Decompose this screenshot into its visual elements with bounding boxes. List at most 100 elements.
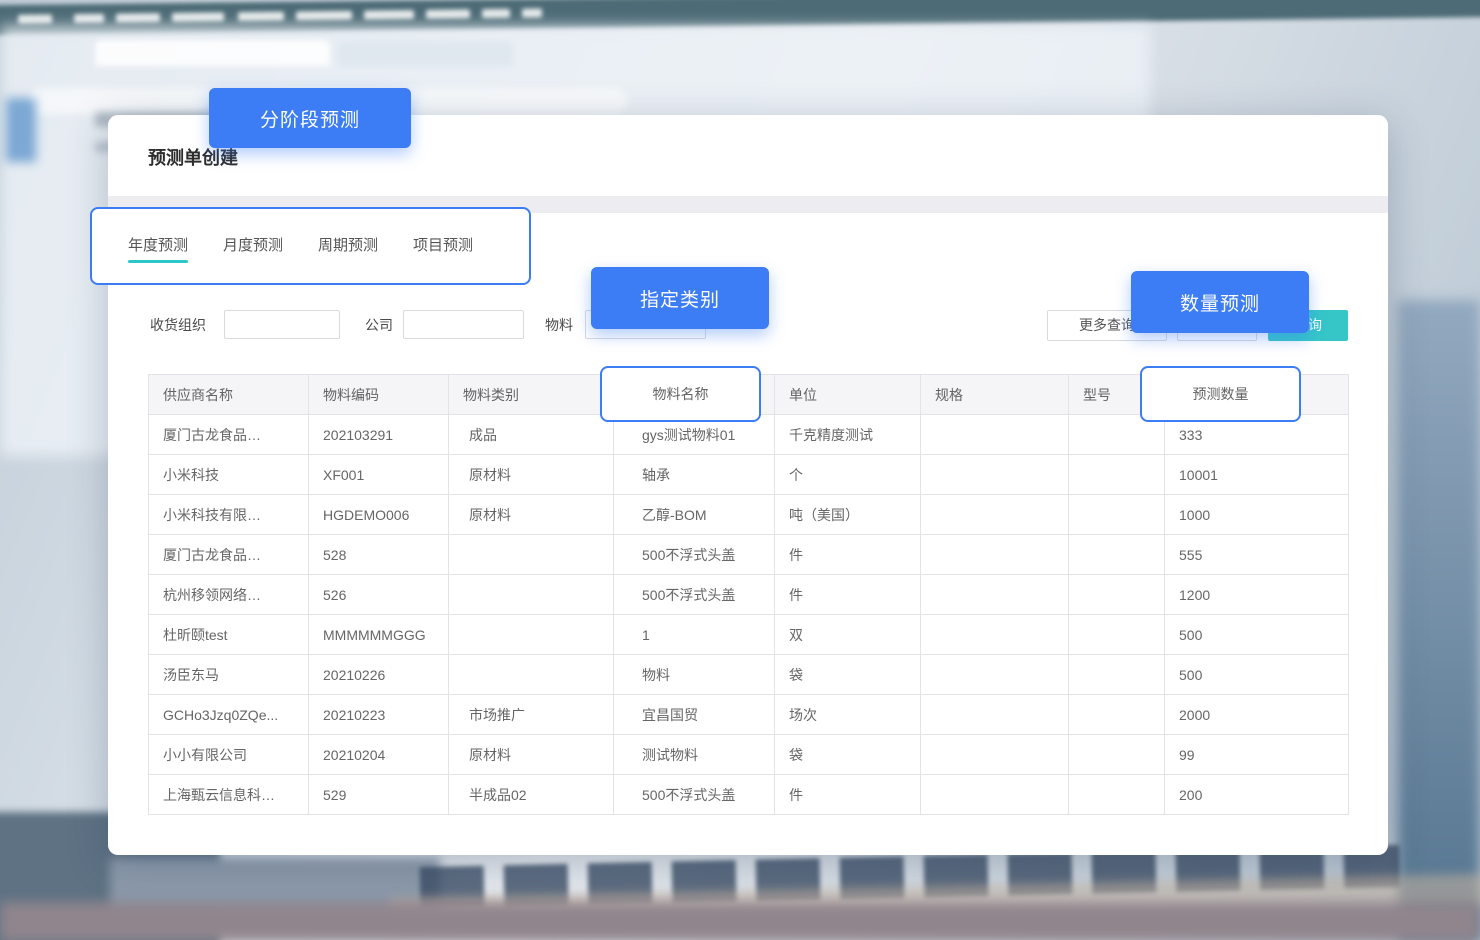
screenshot-root: 预测单创建 收货组织 公司 物料 更多查询 查询 供应商名称物料编码物料类别物料… xyxy=(0,0,1480,940)
tab-period-forecast[interactable]: 周期预测 xyxy=(318,236,378,256)
table-cell: 半成品02 xyxy=(449,775,614,815)
table-cell: 500不浮式头盖 xyxy=(614,775,775,815)
table-cell: 2000 xyxy=(1165,695,1349,735)
table-cell: 202103291 xyxy=(309,415,449,455)
table-cell: 1 xyxy=(614,615,775,655)
table-cell: GCHo3Jzq0ZQe... xyxy=(149,695,309,735)
table-cell: 500不浮式头盖 xyxy=(614,575,775,615)
table-cell: 袋 xyxy=(775,735,921,775)
table-row: 汤臣东马20210226 物料袋 500 xyxy=(149,655,1349,695)
company-input[interactable] xyxy=(403,310,524,339)
table-row: 小米科技有限…HGDEMO006原材料乙醇-BOM吨（美国） 1000 xyxy=(149,495,1349,535)
table-cell xyxy=(921,695,1069,735)
tab-project-forecast[interactable]: 项目预测 xyxy=(413,236,473,256)
table-cell: MMMMMMGGG xyxy=(309,615,449,655)
table-cell: 场次 xyxy=(775,695,921,735)
table-cell xyxy=(1069,735,1165,775)
table-cell: 原材料 xyxy=(449,455,614,495)
table-cell: 个 xyxy=(775,455,921,495)
column-header-5: 规格 xyxy=(921,375,1069,415)
table-cell: 200 xyxy=(1165,775,1349,815)
table-cell xyxy=(1069,615,1165,655)
table-cell xyxy=(449,535,614,575)
table-cell: 500 xyxy=(1165,615,1349,655)
tab-annual-forecast[interactable]: 年度预测 xyxy=(128,236,188,256)
table-cell xyxy=(1069,495,1165,535)
table-cell: 杭州移领网络… xyxy=(149,575,309,615)
table-row: 杜昕颐testMMMMMMGGG1双500 xyxy=(149,615,1349,655)
table-cell xyxy=(921,495,1069,535)
table-cell xyxy=(1069,775,1165,815)
receiving-org-label: 收货组织 xyxy=(150,310,206,341)
table-cell: 测试物料 xyxy=(614,735,775,775)
table-cell: 526 xyxy=(309,575,449,615)
tabs-highlight-box: 年度预测 月度预测 周期预测 项目预测 xyxy=(90,207,531,285)
table-cell: 厦门古龙食品… xyxy=(149,535,309,575)
table-cell: 件 xyxy=(775,575,921,615)
table-cell: 袋 xyxy=(775,655,921,695)
table-cell: 汤臣东马 xyxy=(149,655,309,695)
callout-quantity-forecast: 数量预测 xyxy=(1131,271,1309,333)
column-header-0: 供应商名称 xyxy=(149,375,309,415)
table-cell: 成品 xyxy=(449,415,614,455)
table-cell xyxy=(921,775,1069,815)
table-cell: 500 xyxy=(1165,655,1349,695)
table-cell: 物料 xyxy=(614,655,775,695)
column-header-2: 物料类别 xyxy=(449,375,614,415)
table-cell: 500不浮式头盖 xyxy=(614,535,775,575)
table-cell: 上海甄云信息科… xyxy=(149,775,309,815)
table-cell: 乙醇-BOM xyxy=(614,495,775,535)
table-cell: 99 xyxy=(1165,735,1349,775)
main-panel: 预测单创建 收货组织 公司 物料 更多查询 查询 供应商名称物料编码物料类别物料… xyxy=(108,115,1388,855)
table-cell: 厦门古龙食品… xyxy=(149,415,309,455)
table-cell xyxy=(921,535,1069,575)
table-cell: 小米科技有限… xyxy=(149,495,309,535)
table-cell: XF001 xyxy=(309,455,449,495)
table-cell: 宜昌国贸 xyxy=(614,695,775,735)
table-cell: 1200 xyxy=(1165,575,1349,615)
table-row: 上海甄云信息科…529半成品02500不浮式头盖件200 xyxy=(149,775,1349,815)
table-row: 小米科技XF001原材料轴承个10001 xyxy=(149,455,1349,495)
table-cell: 20210204 xyxy=(309,735,449,775)
table-cell xyxy=(1069,695,1165,735)
table-row: 小小有限公司20210204原材料测试物料袋 99 xyxy=(149,735,1349,775)
table-cell xyxy=(449,615,614,655)
table-cell xyxy=(921,655,1069,695)
table-cell: HGDEMO006 xyxy=(309,495,449,535)
table-cell: 双 xyxy=(775,615,921,655)
table-cell xyxy=(921,615,1069,655)
receiving-org-input[interactable] xyxy=(224,310,340,339)
table-cell xyxy=(449,575,614,615)
table-cell: 千克精度测试 xyxy=(775,415,921,455)
material-label: 物料 xyxy=(545,310,573,341)
callout-specify-category: 指定类别 xyxy=(591,267,769,329)
table-cell: 原材料 xyxy=(449,495,614,535)
table-cell: 1000 xyxy=(1165,495,1349,535)
table-cell xyxy=(921,455,1069,495)
column-header-1: 物料编码 xyxy=(309,375,449,415)
material-name-highlight-box: 物料名称 xyxy=(600,366,761,422)
table-cell: 528 xyxy=(309,535,449,575)
table-cell: 小小有限公司 xyxy=(149,735,309,775)
table-cell: 555 xyxy=(1165,535,1349,575)
table-cell: 10001 xyxy=(1165,455,1349,495)
table-cell: 529 xyxy=(309,775,449,815)
table-cell xyxy=(921,735,1069,775)
table-cell xyxy=(1069,655,1165,695)
company-label: 公司 xyxy=(365,310,393,341)
table-cell: 20210223 xyxy=(309,695,449,735)
table-cell: 原材料 xyxy=(449,735,614,775)
tab-monthly-forecast[interactable]: 月度预测 xyxy=(223,236,283,256)
column-header-4: 单位 xyxy=(775,375,921,415)
table-cell xyxy=(1069,535,1165,575)
table-row: 杭州移领网络…526 500不浮式头盖件 1200 xyxy=(149,575,1349,615)
table-cell: 小米科技 xyxy=(149,455,309,495)
table-cell: 件 xyxy=(775,535,921,575)
forecast-qty-highlight-box: 预测数量 xyxy=(1140,366,1301,422)
forecast-table: 供应商名称物料编码物料类别物料名称单位规格型号预测数量 厦门古龙食品…20210… xyxy=(148,374,1349,815)
table-row: 厦门古龙食品…528 500不浮式头盖件 555 xyxy=(149,535,1349,575)
page-title: 预测单创建 xyxy=(148,145,238,171)
table-cell: 20210226 xyxy=(309,655,449,695)
table-cell: 吨（美国） xyxy=(775,495,921,535)
table-cell xyxy=(921,575,1069,615)
